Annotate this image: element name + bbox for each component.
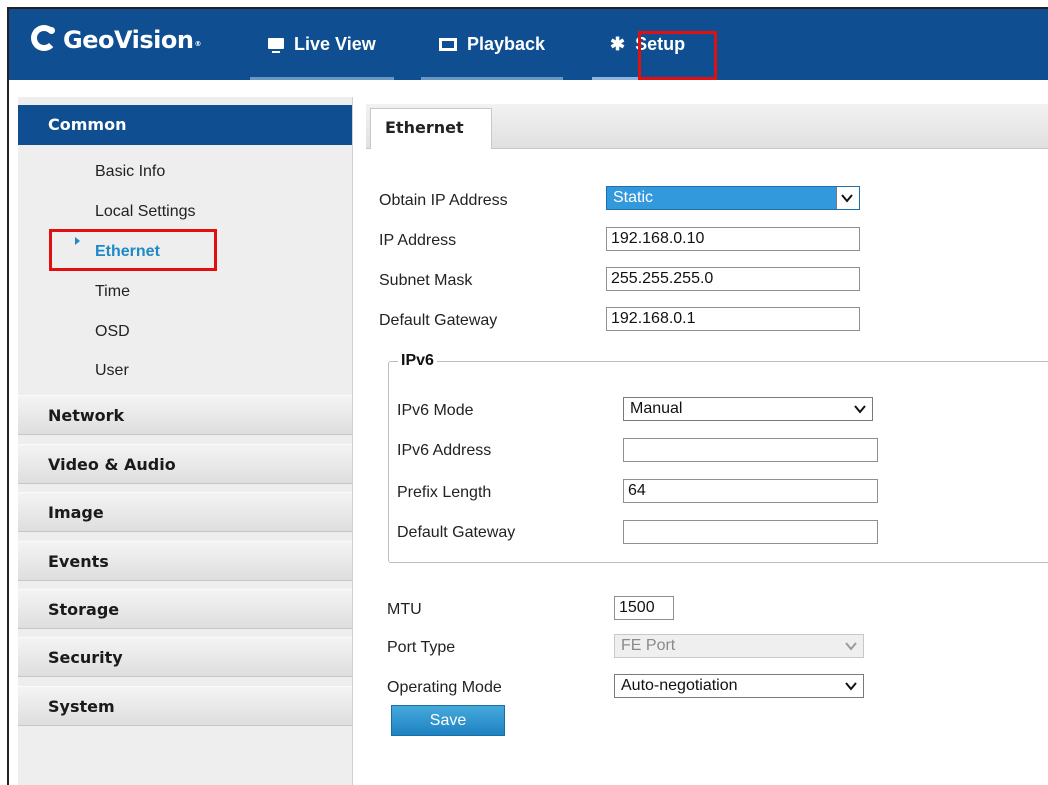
sidebar-section-video-audio[interactable]: Video & Audio	[18, 444, 352, 484]
sidebar-section-common[interactable]: Common	[18, 105, 352, 145]
sidebar-section-network[interactable]: Network	[18, 395, 352, 435]
prefix-length-input[interactable]: 64	[623, 479, 878, 503]
chevron-down-icon	[845, 682, 857, 691]
tab-bar: Ethernet	[366, 104, 1048, 149]
sidebar-item-local-settings[interactable]: Local Settings	[95, 203, 196, 221]
sidebar-section-label: Video & Audio	[48, 455, 176, 474]
default-gateway-input[interactable]: 192.168.0.1	[606, 307, 860, 331]
tab-ethernet[interactable]: Ethernet	[370, 108, 492, 149]
sidebar-section-storage[interactable]: Storage	[18, 589, 352, 629]
sidebar-item-basic-info[interactable]: Basic Info	[95, 163, 165, 181]
default-gateway-label: Default Gateway	[379, 312, 498, 329]
logo-mark-icon	[31, 25, 57, 51]
sidebar-section-system[interactable]: System	[18, 686, 352, 726]
gear-icon: ✱	[610, 34, 626, 54]
ethernet-highlight-box	[49, 229, 217, 271]
sidebar-section-events[interactable]: Events	[18, 541, 352, 581]
prefix-length-label: Prefix Length	[397, 484, 492, 501]
obtain-ip-label: Obtain IP Address	[379, 192, 508, 209]
nav-playback[interactable]: Playback	[421, 9, 564, 80]
operating-mode-select[interactable]: Auto-negotiation	[614, 674, 864, 698]
monitor-icon	[268, 38, 284, 53]
sidebar: Common Basic Info Local Settings Etherne…	[18, 97, 353, 785]
main-content: Ethernet Obtain IP Address Static IP Add…	[366, 104, 1048, 785]
sidebar-section-label: Events	[48, 552, 109, 571]
logo-text: GeoVision	[63, 26, 194, 54]
sidebar-section-security[interactable]: Security	[18, 637, 352, 677]
film-icon	[439, 38, 457, 51]
sidebar-item-time[interactable]: Time	[95, 283, 130, 301]
geovision-logo: GeoVision®	[31, 25, 201, 54]
operating-mode-label: Operating Mode	[387, 679, 502, 696]
sidebar-section-label: Network	[48, 406, 125, 425]
top-bar: GeoVision® Live View Playback ✱ Setup	[9, 9, 1048, 80]
obtain-ip-value: Static	[613, 189, 654, 206]
nav-live-view[interactable]: Live View	[250, 9, 394, 80]
sidebar-item-user[interactable]: User	[95, 362, 129, 380]
ipv6-gateway-input[interactable]	[623, 520, 878, 544]
ipv6-mode-label: IPv6 Mode	[397, 402, 474, 419]
mtu-input[interactable]: 1500	[614, 596, 674, 620]
ipv6-mode-select[interactable]: Manual	[623, 397, 873, 421]
ip-address-label: IP Address	[379, 232, 457, 249]
port-type-label: Port Type	[387, 639, 456, 656]
ipv6-address-label: IPv6 Address	[397, 442, 492, 459]
subnet-mask-label: Subnet Mask	[379, 272, 473, 289]
port-type-value: FE Port	[621, 637, 676, 654]
port-type-select: FE Port	[614, 634, 864, 658]
chevron-down-icon	[854, 405, 866, 414]
save-button[interactable]: Save	[391, 705, 505, 736]
app-window: GeoVision® Live View Playback ✱ Setup Co…	[7, 7, 1048, 785]
sidebar-section-image[interactable]: Image	[18, 492, 352, 532]
ipv6-address-input[interactable]	[623, 438, 878, 462]
subnet-mask-input[interactable]: 255.255.255.0	[606, 267, 860, 291]
mtu-label: MTU	[387, 601, 422, 618]
sidebar-section-label: System	[48, 697, 115, 716]
ipv6-legend: IPv6	[398, 352, 437, 370]
sidebar-section-label: Common	[48, 115, 127, 134]
nav-underline	[250, 77, 394, 80]
nav-live-view-label: Live View	[294, 34, 376, 54]
sidebar-section-label: Security	[48, 648, 123, 667]
sidebar-section-label: Image	[48, 503, 104, 522]
ip-address-input[interactable]: 192.168.0.10	[606, 227, 860, 251]
chevron-down-icon	[845, 642, 857, 651]
sidebar-item-osd[interactable]: OSD	[95, 323, 130, 341]
nav-playback-label: Playback	[467, 34, 546, 54]
obtain-ip-select[interactable]: Static	[606, 186, 860, 210]
operating-mode-value: Auto-negotiation	[621, 677, 738, 694]
ipv6-mode-value: Manual	[630, 400, 683, 417]
sidebar-section-label: Storage	[48, 600, 120, 619]
chevron-down-icon	[841, 194, 853, 203]
setup-highlight-box	[638, 31, 717, 80]
nav-underline	[421, 77, 564, 80]
ipv6-gateway-label: Default Gateway	[397, 524, 516, 541]
